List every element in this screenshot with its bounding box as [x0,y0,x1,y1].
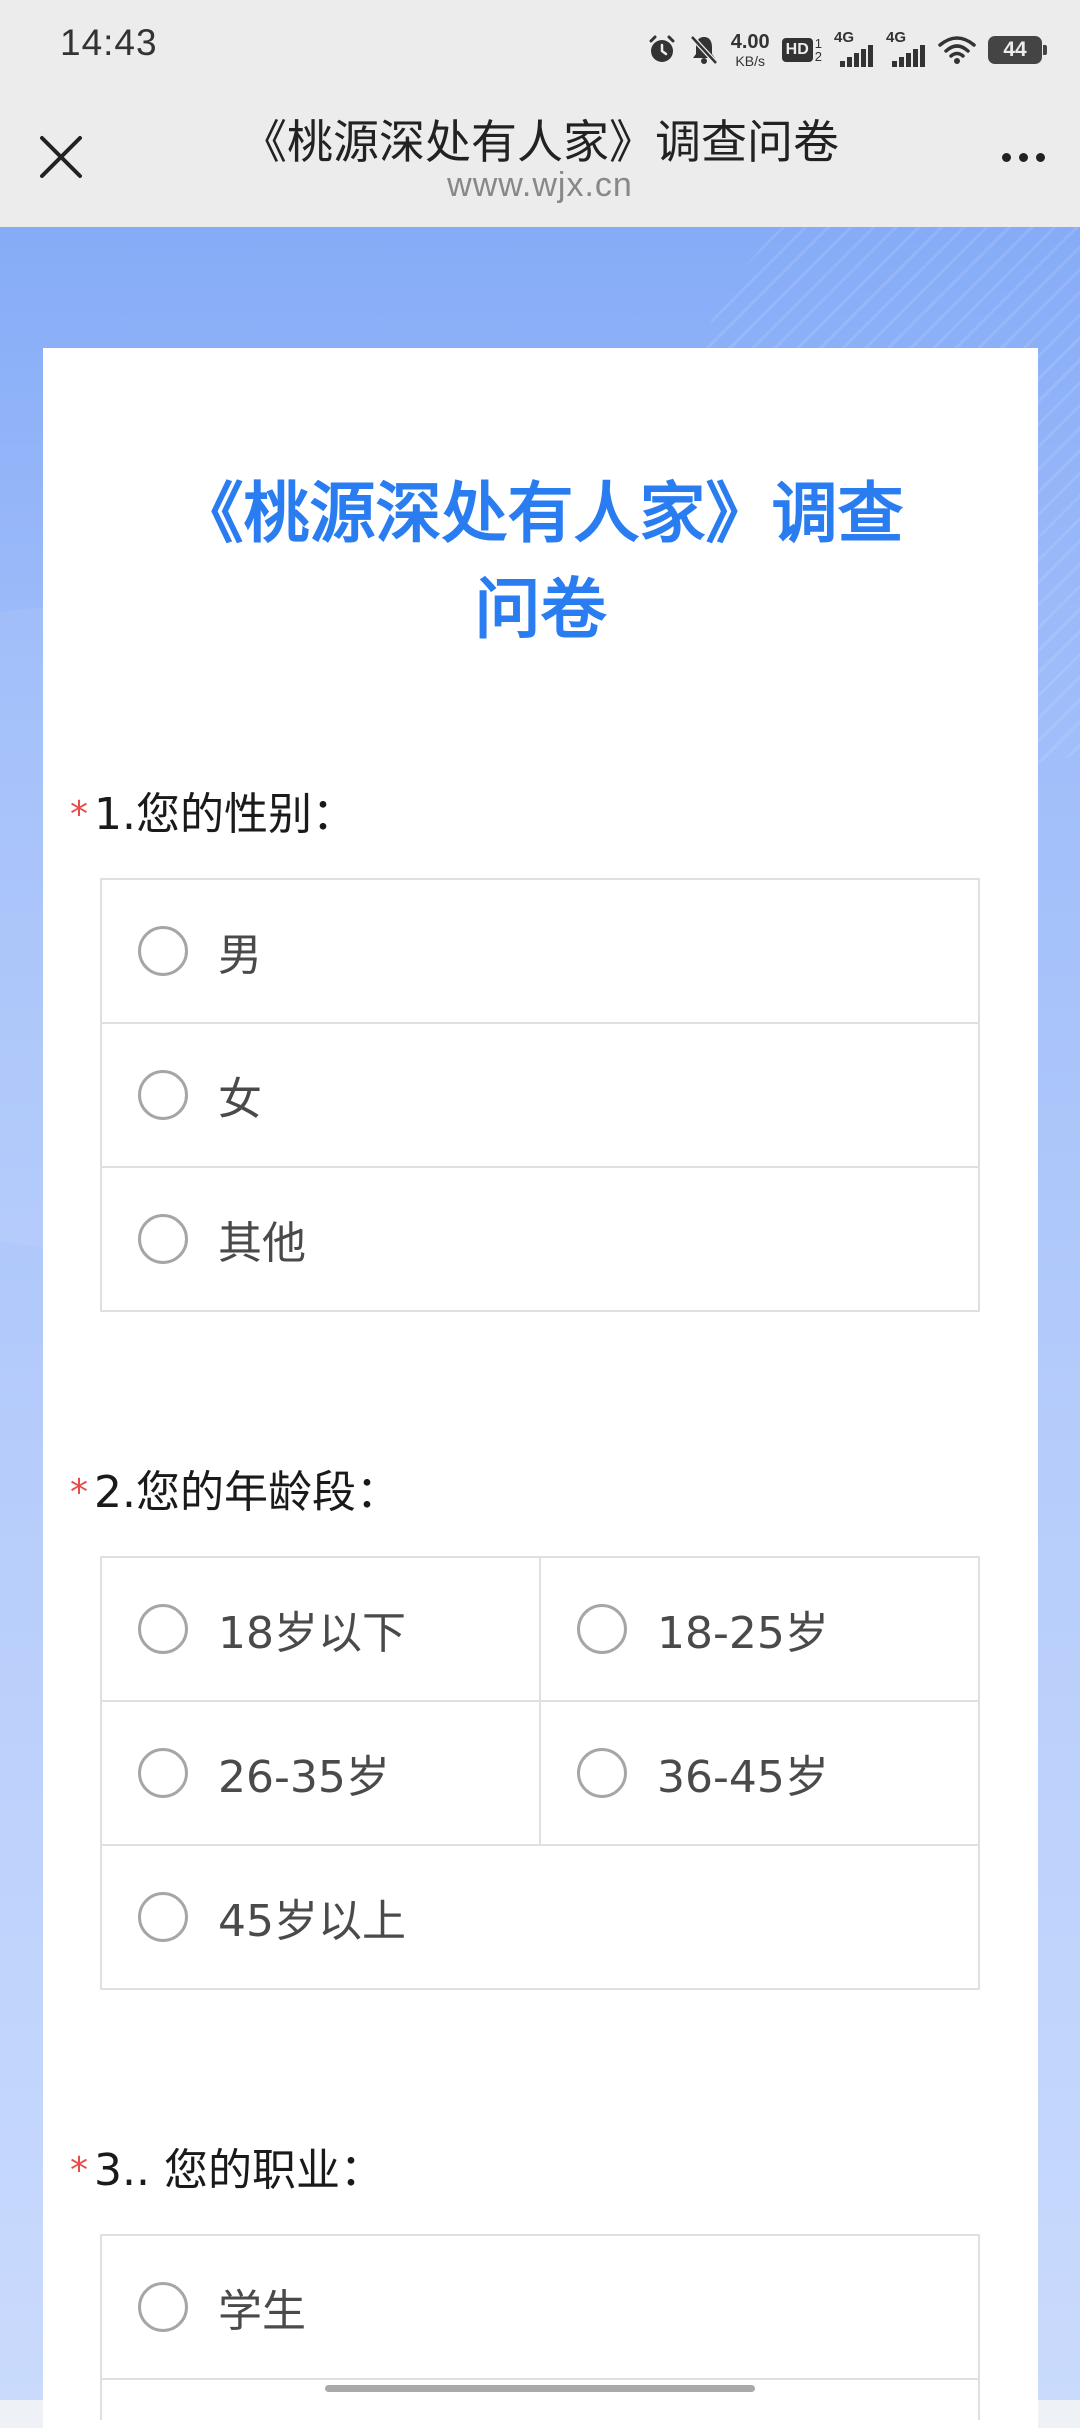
option-label: 18岁以下 [218,1608,406,1659]
sim-slot-2: 2 [814,49,822,64]
option-label: 其他 [218,1218,306,1269]
radio-button[interactable] [138,1070,188,1120]
wifi-icon [938,36,976,64]
radio-button[interactable] [138,2282,188,2332]
more-dot-icon [1018,152,1028,162]
page-url: www.wjx.cn [447,166,633,204]
options-group: 18岁以下 18-25岁 26-35岁 36-45岁 45岁以上 [100,1556,980,1990]
home-indicator[interactable] [325,2385,755,2392]
option-label: 18-25岁 [657,1608,829,1659]
question-title-text: 2.您的年龄段： [94,1467,400,1518]
status-bar: 14:43 4.00 KB/s HD 1 2 4G 4G 44 [0,0,1080,100]
option-label: 45岁以上 [218,1896,406,1947]
network-speed: 4.00 KB/s [731,32,770,68]
radio-option[interactable]: 学生 [102,2236,978,2378]
close-button[interactable] [26,122,96,192]
network-type-2: 4G [886,29,907,46]
mute-bell-icon [689,35,718,65]
survey-card: 《桃源深处有人家》调查问卷 * 1.您的性别： 男 女 其他 * 2.您的年龄段… [43,348,1038,2428]
alarm-icon [649,35,675,62]
option-row: 45岁以上 [102,1846,978,1988]
option-label: 学生 [218,2286,306,2337]
radio-option[interactable]: 18-25岁 [539,1558,978,1700]
network-type-1: 4G [834,29,855,46]
radio-option[interactable]: 男 [102,880,978,1022]
option-label: 26-35岁 [218,1752,390,1803]
option-row: 其他 [102,1168,978,1310]
hd-volte-icon: HD 1 2 [781,37,822,64]
options-group: 男 女 其他 [100,878,980,1312]
more-dot-icon [1035,152,1045,162]
radio-button[interactable] [138,1748,188,1798]
page-title: 《桃源深处有人家》调查问卷 [241,115,839,169]
battery-icon: 44 [988,36,1047,64]
options-group: 学生 [100,2234,980,2420]
network-speed-value: 4.00 [730,31,770,53]
radio-option[interactable]: 其他 [102,1168,978,1310]
signal-icon-sim1: 4G [834,29,874,67]
status-time: 14:43 [60,22,158,63]
close-icon [40,136,82,178]
question-title: * 3.. 您的职业： [70,2136,384,2196]
required-mark: * [70,793,88,835]
question-title-text: 1.您的性别： [94,789,356,840]
option-row: 男 [102,880,978,1024]
hd-label: HD [781,38,813,62]
more-dot-icon [1001,152,1011,162]
radio-button[interactable] [138,926,188,976]
radio-button[interactable] [138,1604,188,1654]
option-label: 36-45岁 [657,1752,829,1803]
radio-option[interactable]: 26-35岁 [102,1702,539,1844]
option-label: 女 [218,1074,262,1125]
status-icons: 4.00 KB/s HD 1 2 4G 4G 44 [647,26,1047,74]
signal-icon-sim2: 4G [886,29,926,67]
option-row: 学生 [102,2236,978,2380]
question-title: * 2.您的年龄段： [70,1458,400,1518]
radio-option[interactable]: 45岁以上 [102,1846,978,1988]
radio-option[interactable]: 女 [102,1024,978,1166]
option-row: 26-35岁 36-45岁 [102,1702,978,1846]
required-mark: * [70,2149,88,2191]
radio-button[interactable] [138,1892,188,1942]
question-title-text: 3.. 您的职业： [94,2145,384,2196]
option-row: 18岁以下 18-25岁 [102,1558,978,1702]
radio-button[interactable] [138,1214,188,1264]
radio-option[interactable]: 36-45岁 [539,1702,978,1844]
more-options-button[interactable] [988,122,1058,192]
question-title: * 1.您的性别： [70,780,356,840]
radio-option[interactable]: 18岁以下 [102,1558,539,1700]
radio-button[interactable] [577,1604,627,1654]
survey-title: 《桃源深处有人家》调查问卷 [177,475,904,648]
radio-button[interactable] [577,1748,627,1798]
network-speed-unit: KB/s [735,53,765,69]
option-row: 女 [102,1024,978,1168]
required-mark: * [70,1471,88,1513]
browser-header: 《桃源深处有人家》调查问卷 www.wjx.cn [0,100,1080,227]
option-label: 男 [218,930,262,981]
